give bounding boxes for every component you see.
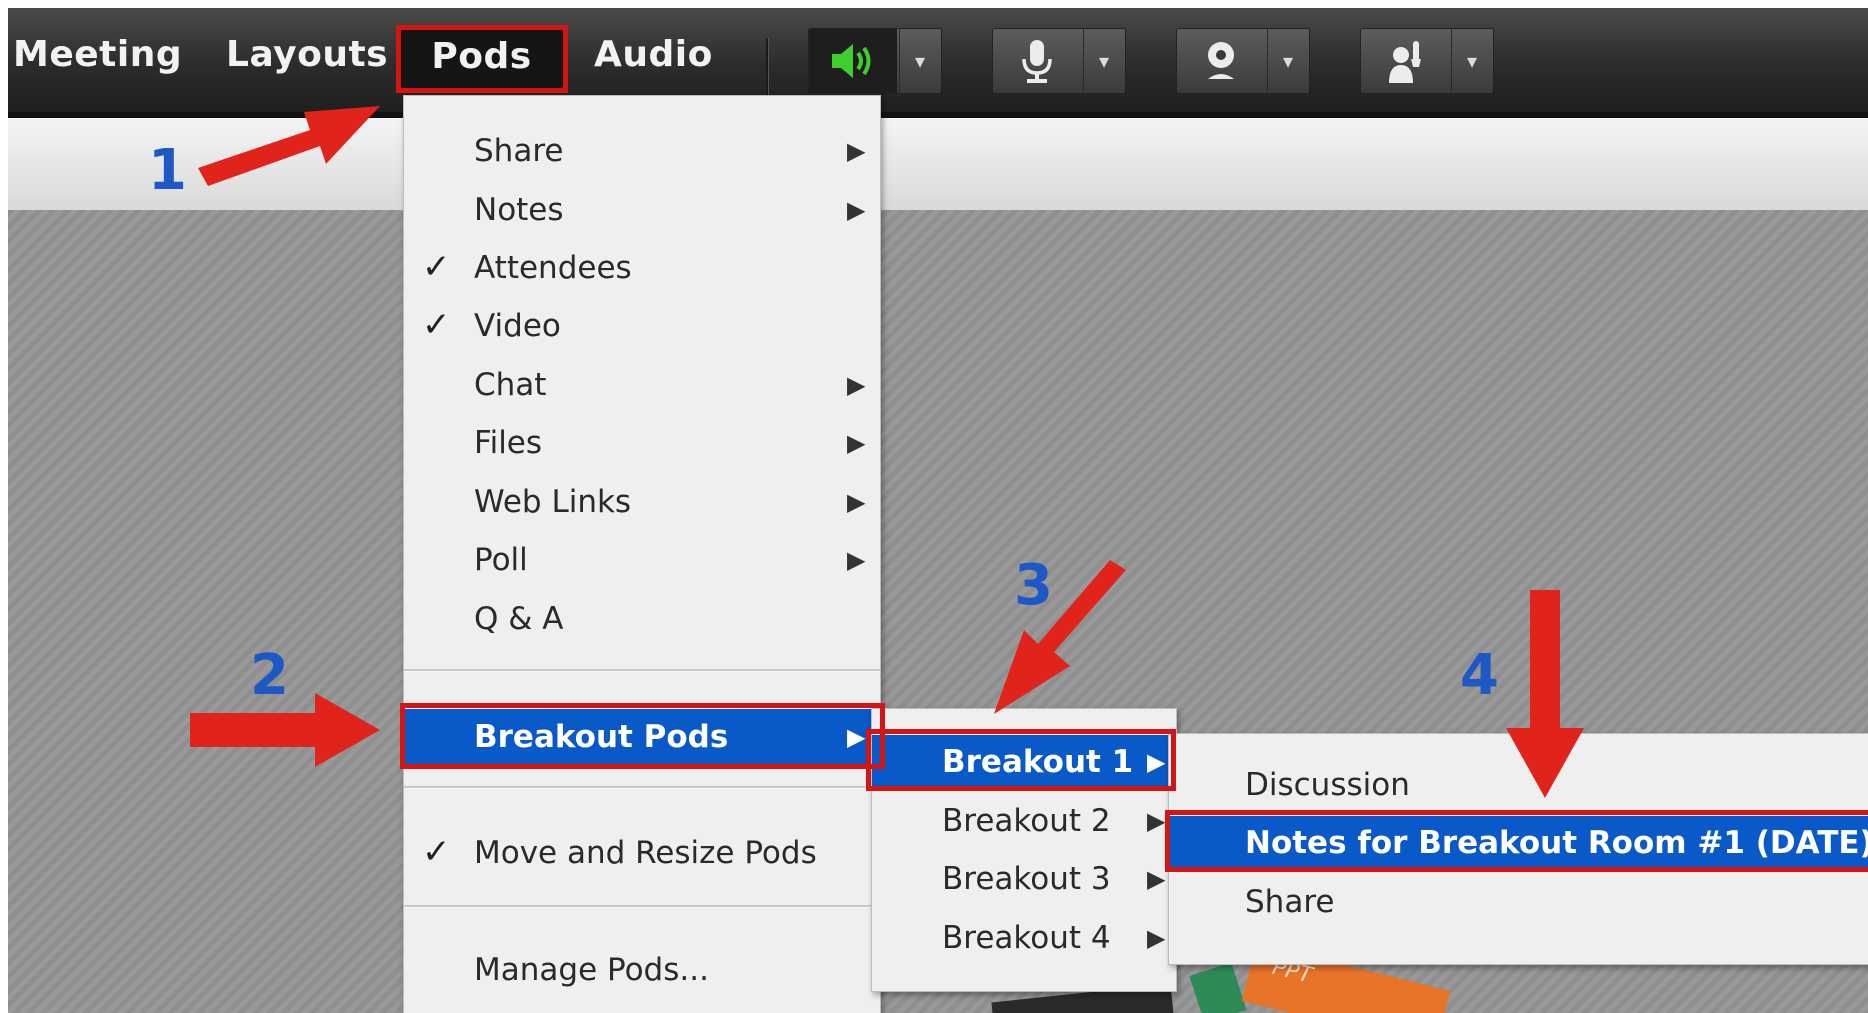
pods-menu-share[interactable]: Share ▶ <box>404 125 880 175</box>
submenu-arrow-icon: ▶ <box>1147 865 1166 893</box>
pods-menu-files[interactable]: Files ▶ <box>404 417 880 467</box>
share-item[interactable]: Share <box>1169 876 1868 926</box>
breakout-2-item[interactable]: Breakout 2 ▶ <box>872 795 1176 845</box>
speaker-button[interactable]: ▾ <box>808 28 942 94</box>
pods-menu-web-links[interactable]: Web Links ▶ <box>404 476 880 526</box>
speaker-dropdown[interactable]: ▾ <box>899 29 940 93</box>
raise-hand-dropdown[interactable]: ▾ <box>1451 29 1492 93</box>
pods-menu-notes[interactable]: Notes ▶ <box>404 184 880 234</box>
app-window: Meeting Layouts Pods Audio ▾ ▾ ▾ ▾ PPT S… <box>8 8 1868 1013</box>
checkmark-icon: ✓ <box>422 832 451 872</box>
menu-layouts[interactable]: Layouts <box>226 34 388 75</box>
breakout-3-item[interactable]: Breakout 3 ▶ <box>872 853 1176 903</box>
menu-item-label: Notes <box>474 192 564 228</box>
menu-divider <box>404 786 880 789</box>
microphone-icon <box>993 29 1081 93</box>
menu-item-label: Breakout Pods <box>474 719 729 755</box>
menu-item-label: Notes for Breakout Room #1 (DATE) <box>1245 825 1868 861</box>
step-2-number: 2 <box>250 643 289 708</box>
menu-item-label: Move and Resize Pods <box>474 835 817 871</box>
pods-menu-chat[interactable]: Chat ▶ <box>404 359 880 409</box>
webcam-dropdown[interactable]: ▾ <box>1267 29 1308 93</box>
submenu-arrow-icon: ▶ <box>847 137 866 165</box>
submenu-arrow-icon: ▶ <box>847 723 866 751</box>
submenu-arrow-icon: ▶ <box>847 488 866 516</box>
menu-item-label: Attendees <box>474 250 632 286</box>
pods-menu-breakout-pods[interactable]: Breakout Pods ▶ <box>404 709 880 765</box>
pods-menu-video[interactable]: ✓ Video <box>404 300 880 350</box>
speaker-icon <box>809 29 897 93</box>
pods-menu: Share ▶ Notes ▶ ✓ Attendees ✓ Video Chat… <box>403 95 881 1013</box>
submenu-arrow-icon: ▶ <box>1147 924 1166 952</box>
submenu-arrow-icon: ▶ <box>1147 807 1166 835</box>
menu-item-label: Share <box>474 133 564 169</box>
top-menu-bar: Meeting Layouts Pods Audio ▾ ▾ ▾ ▾ <box>8 8 1868 118</box>
menu-audio[interactable]: Audio <box>594 34 713 75</box>
step-4-number: 4 <box>1460 643 1499 708</box>
microphone-dropdown[interactable]: ▾ <box>1083 29 1124 93</box>
raise-hand-icon <box>1361 29 1449 93</box>
breakout-4-item[interactable]: Breakout 4 ▶ <box>872 912 1176 962</box>
menu-item-label: Manage Pods... <box>474 952 709 988</box>
breakout-submenu: Breakout 1 ▶ Breakout 2 ▶ Breakout 3 ▶ B… <box>871 708 1177 992</box>
pods-menu-move-resize[interactable]: ✓ Move and Resize Pods <box>404 827 880 877</box>
submenu-arrow-icon: ▶ <box>847 371 866 399</box>
menu-item-label: Files <box>474 425 543 461</box>
submenu-arrow-icon: ▶ <box>1147 748 1166 776</box>
microphone-button[interactable]: ▾ <box>992 28 1126 94</box>
discussion-item[interactable]: Discussion <box>1169 759 1868 809</box>
submenu-arrow-icon: ▶ <box>847 429 866 457</box>
toolbar-separator <box>766 38 769 98</box>
step-1-number: 1 <box>148 138 187 203</box>
menu-item-label: Share <box>1245 884 1335 920</box>
menu-item-label: Breakout 3 <box>942 861 1111 897</box>
pod-title-bar <box>8 118 1868 210</box>
menu-item-label: Breakout 2 <box>942 803 1111 839</box>
menu-divider <box>404 669 880 672</box>
menu-divider <box>404 905 880 908</box>
pods-menu-poll[interactable]: Poll ▶ <box>404 534 880 584</box>
menu-item-label: Breakout 4 <box>942 920 1111 956</box>
menu-item-label: Q & A <box>474 601 564 637</box>
pods-menu-qa[interactable]: Q & A <box>404 593 880 643</box>
menu-item-label: Web Links <box>474 484 632 520</box>
menu-item-label: Poll <box>474 542 528 578</box>
menu-pods[interactable]: Pods <box>400 28 563 88</box>
menu-item-label: Discussion <box>1245 767 1410 803</box>
breakout-1-item[interactable]: Breakout 1 ▶ <box>872 735 1176 789</box>
webcam-button[interactable]: ▾ <box>1176 28 1310 94</box>
step-3-number: 3 <box>1014 553 1053 618</box>
submenu-arrow-icon: ▶ <box>847 196 866 224</box>
submenu-arrow-icon: ▶ <box>847 546 866 574</box>
webcam-icon <box>1177 29 1265 93</box>
breakout-1-submenu: Discussion Notes for Breakout Room #1 (D… <box>1168 733 1868 965</box>
menu-item-label: Video <box>474 308 561 344</box>
checkmark-icon: ✓ <box>422 247 451 287</box>
raise-hand-button[interactable]: ▾ <box>1360 28 1494 94</box>
pods-menu-attendees[interactable]: ✓ Attendees <box>404 242 880 292</box>
notes-breakout-room-1-item[interactable]: Notes for Breakout Room #1 (DATE) <box>1169 816 1868 870</box>
menu-meeting[interactable]: Meeting <box>13 34 182 75</box>
menu-item-label: Chat <box>474 367 547 403</box>
pods-menu-manage-pods[interactable]: Manage Pods... <box>404 944 880 994</box>
checkmark-icon: ✓ <box>422 305 451 345</box>
menu-item-label: Breakout 1 <box>942 744 1134 780</box>
